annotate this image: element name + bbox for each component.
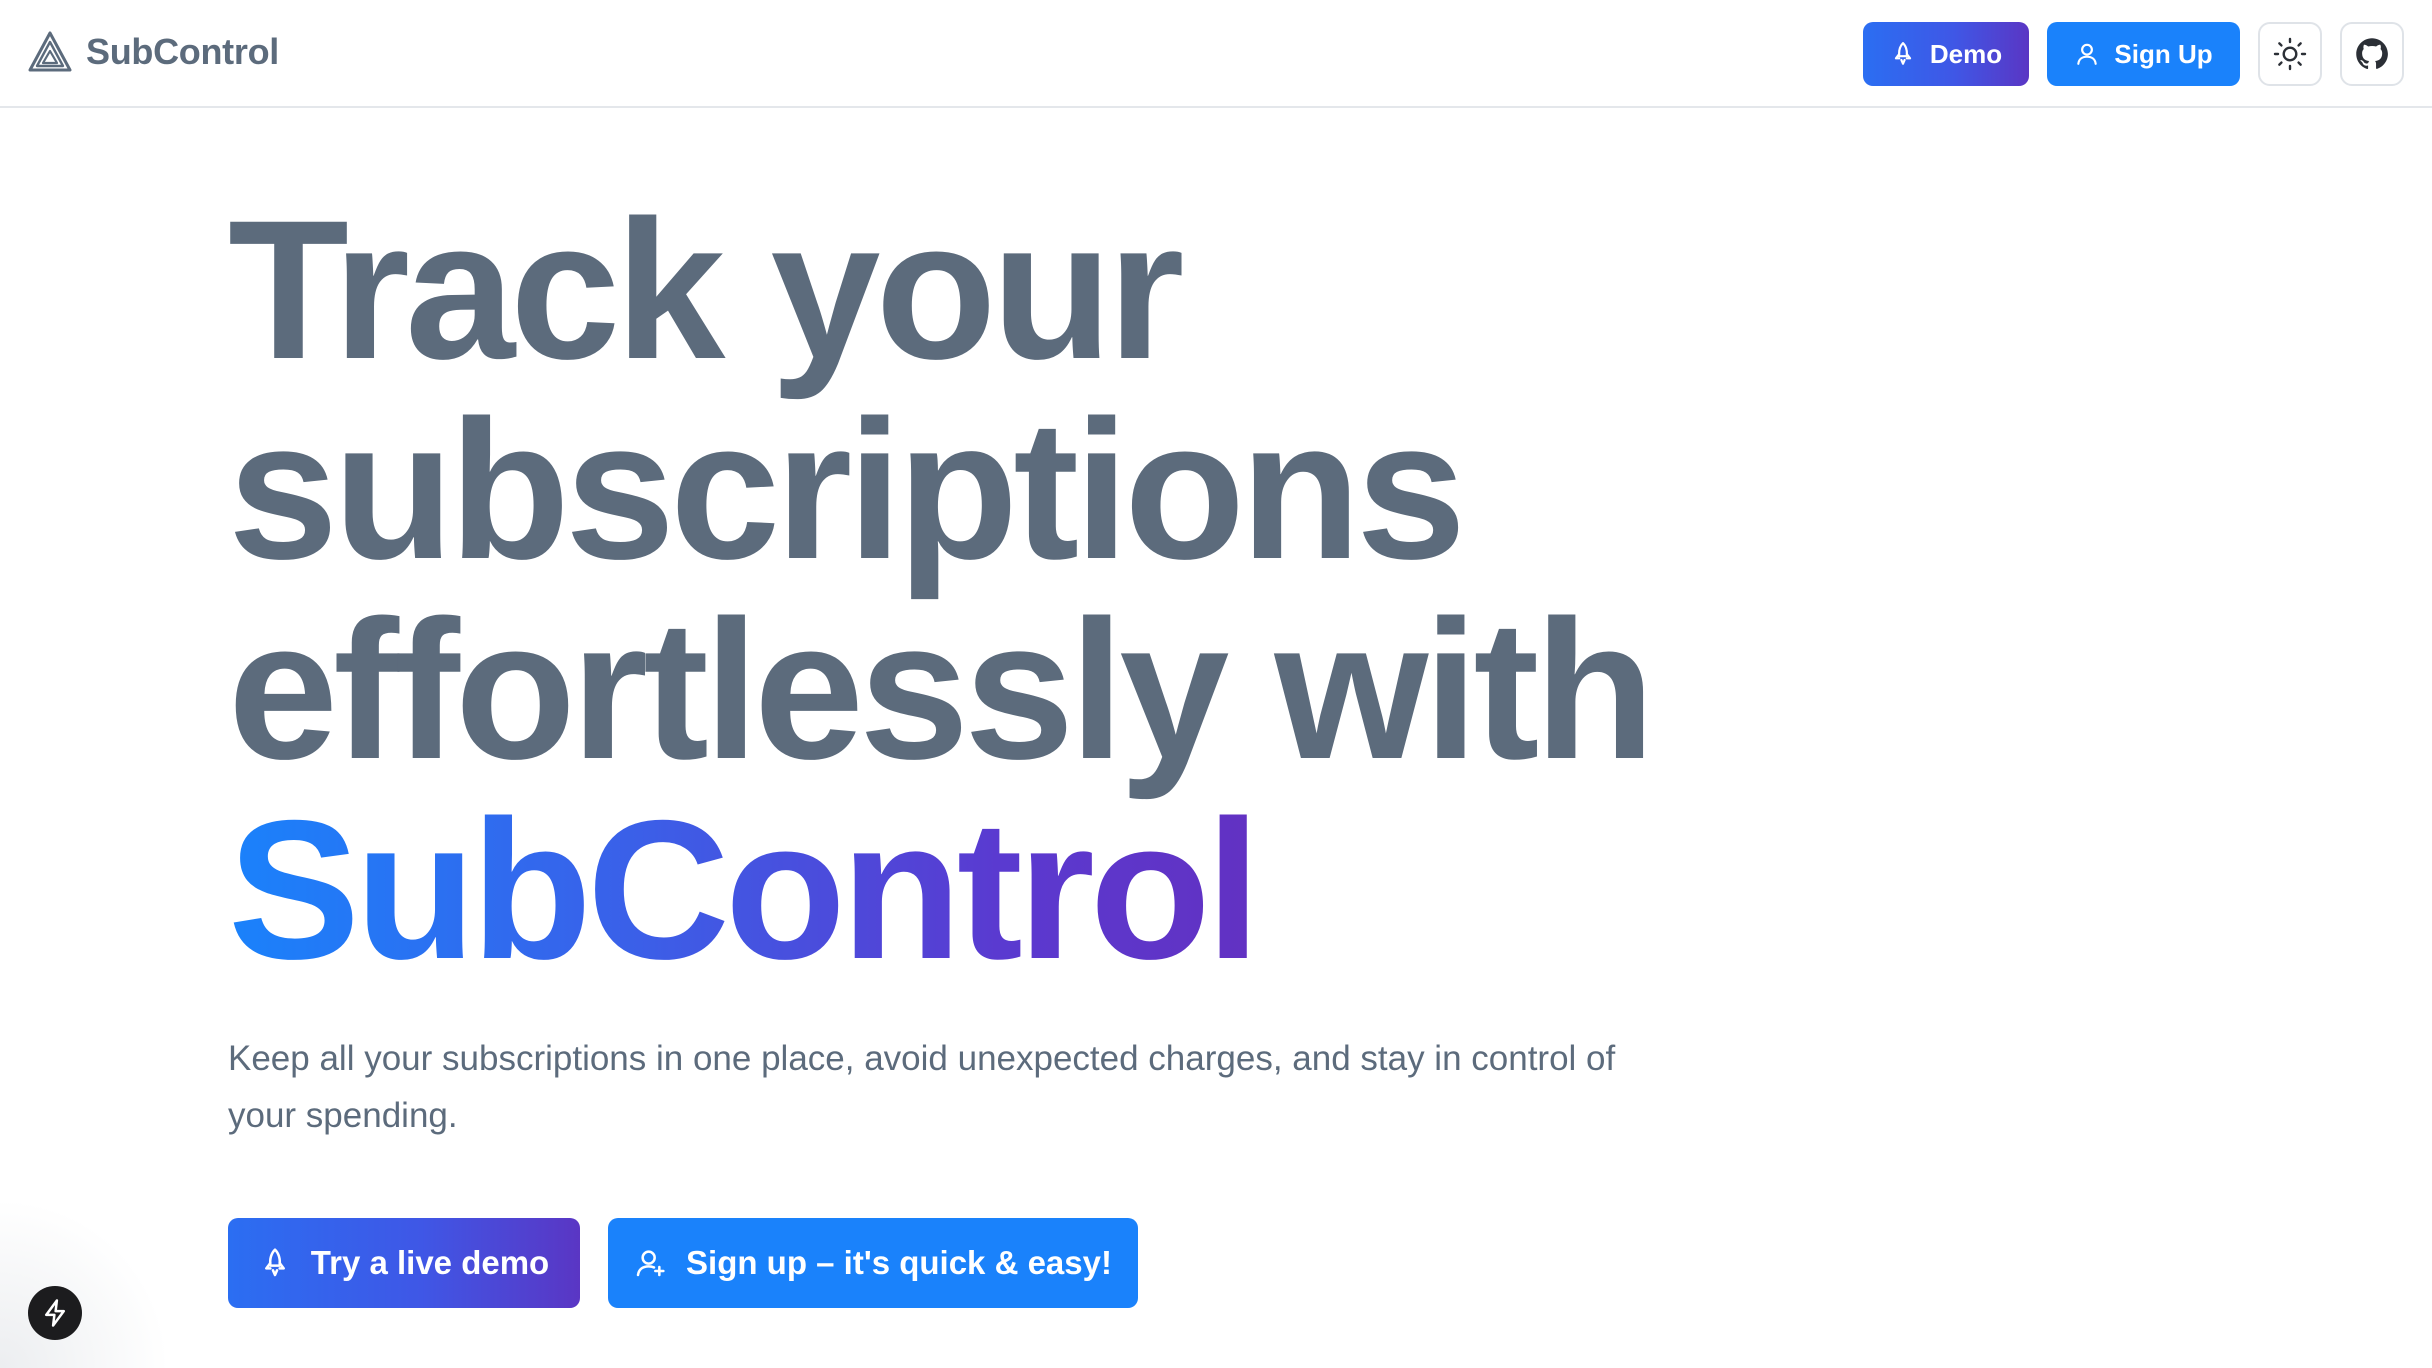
hero-subtitle: Keep all your subscriptions in one place… (228, 1039, 1616, 1135)
brand-link[interactable]: SubControl (28, 30, 279, 74)
rocket-icon (1890, 41, 1916, 67)
triangle-logo-icon (28, 30, 72, 74)
try-demo-button[interactable]: Try a live demo (228, 1218, 580, 1308)
demo-button[interactable]: Demo (1863, 22, 2029, 86)
demo-button-label: Demo (1929, 38, 2003, 69)
rocket-icon (259, 1247, 291, 1279)
headline-brand: SubControl (228, 779, 1261, 1000)
headline-line-1: Track your (228, 179, 1185, 400)
sun-icon (2272, 36, 2308, 72)
theme-toggle-button[interactable] (2258, 22, 2322, 86)
dev-tools-badge[interactable] (28, 1286, 82, 1340)
corner-glow (0, 1198, 170, 1368)
brand-name: SubControl (86, 31, 279, 72)
cta-signup-button[interactable]: Sign up – it's quick & easy! (608, 1218, 1138, 1308)
github-link-button[interactable] (2340, 22, 2404, 86)
try-demo-label: Try a live demo (310, 1244, 550, 1281)
user-icon (2074, 41, 2100, 67)
signup-button[interactable]: Sign Up (2047, 22, 2240, 86)
hero-section: Track your subscriptions effortlessly wi… (228, 190, 2028, 1308)
navbar-actions: Demo Sign Up (1863, 22, 2404, 86)
lightning-icon (40, 1298, 70, 1328)
hero-headline: Track your subscriptions effortlessly wi… (228, 190, 2028, 990)
user-plus-icon (634, 1247, 666, 1279)
github-icon (2354, 36, 2390, 72)
cta-row: Try a live demo Sign up – it's quick & e… (228, 1218, 2028, 1308)
top-navbar: SubControl Demo Sign Up (0, 0, 2432, 108)
headline-line-3: effortlessly with (228, 579, 1655, 800)
cta-signup-label: Sign up – it's quick & easy! (686, 1244, 1112, 1281)
headline-line-2: subscriptions (228, 379, 1466, 600)
signup-button-label: Sign Up (2114, 38, 2213, 69)
